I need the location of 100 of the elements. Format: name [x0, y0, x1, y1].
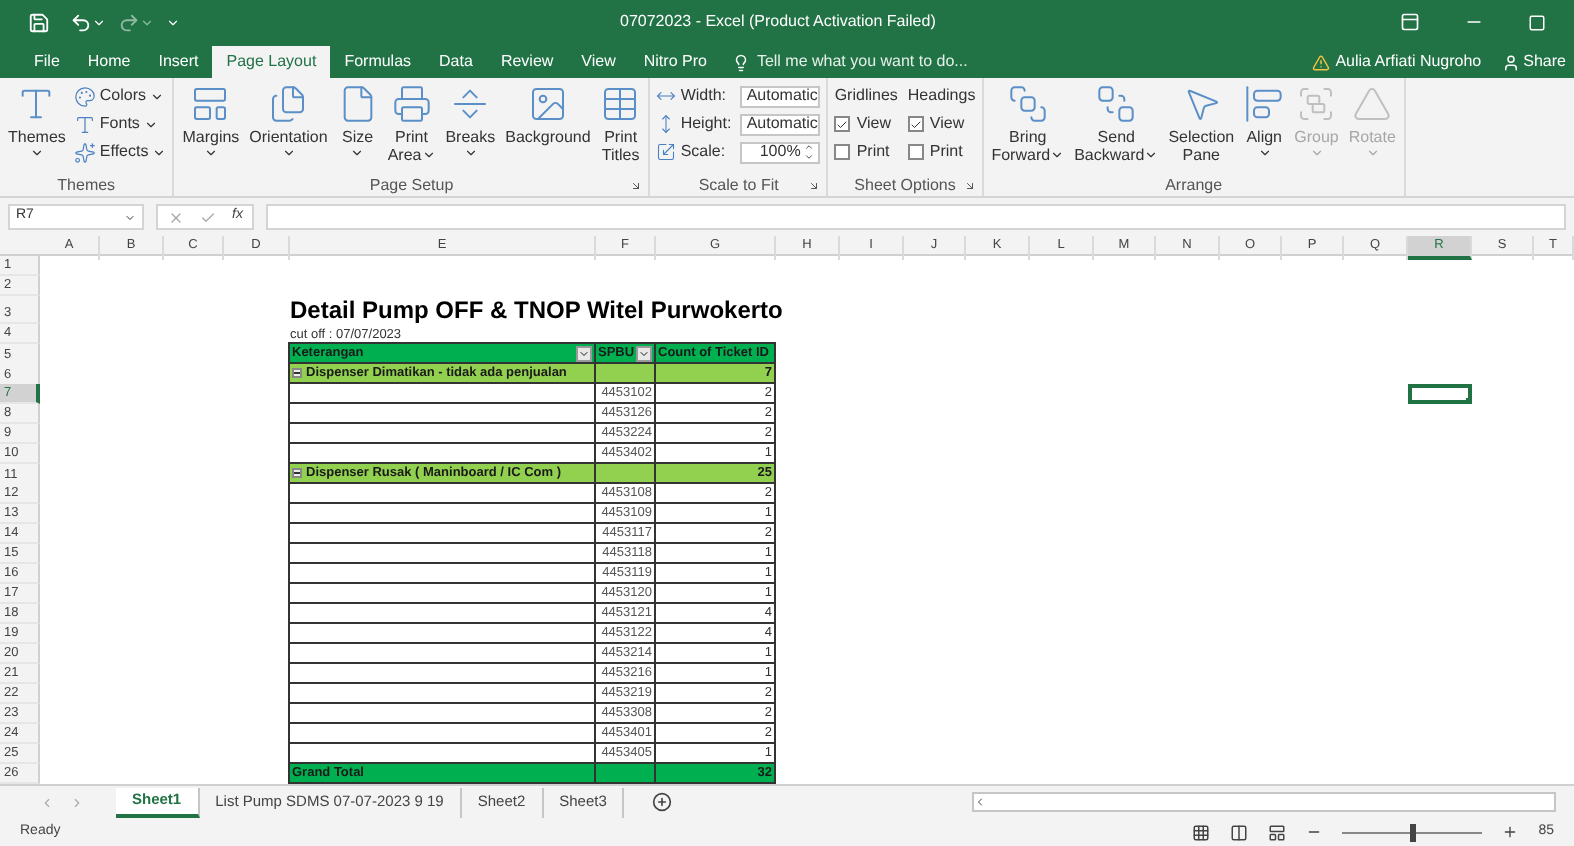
filter-dropdown[interactable]	[576, 345, 592, 362]
group-label: Scale to Fit	[698, 173, 779, 197]
checkbox[interactable]	[907, 144, 924, 160]
printer-icon	[391, 84, 432, 124]
caret-icon	[203, 146, 218, 160]
caret-icon[interactable]	[92, 15, 106, 29]
checkbox[interactable]	[834, 144, 851, 160]
ribbon-button[interactable]: Print Titles	[598, 84, 643, 164]
dialog-launcher-icon[interactable]	[630, 179, 643, 191]
group-label: Page Setup	[369, 173, 454, 197]
spinner-icon	[804, 142, 815, 162]
ribbon-tab[interactable]: File	[20, 46, 74, 78]
ribbon-button[interactable]: Align	[1242, 84, 1287, 160]
align-icon	[1244, 84, 1285, 124]
window-title: 07072023 - Excel (Product Activation Failed)	[620, 10, 936, 34]
formula-field[interactable]	[266, 204, 1566, 230]
save-icon[interactable]	[28, 11, 50, 33]
collapse-icon[interactable]	[292, 368, 302, 379]
ribbon-button[interactable]: Background	[503, 84, 593, 146]
sheet-title: Detail Pump OFF & TNOP Witel Purwokerto	[290, 296, 783, 324]
zoom-thumb[interactable]	[1409, 823, 1416, 841]
group-label: Themes	[57, 173, 116, 197]
ribbon-button[interactable]: Size	[335, 84, 380, 160]
page-layout-view-icon[interactable]	[1230, 823, 1249, 841]
option-heading: Gridlines	[834, 84, 898, 108]
caret-icon	[124, 211, 136, 223]
undo-icon[interactable]	[70, 11, 92, 33]
ribbon-tab[interactable]: Data	[425, 46, 487, 78]
caret-icon	[463, 146, 478, 160]
customize-icon[interactable]	[166, 15, 180, 29]
lightbulb-icon	[732, 53, 751, 71]
ribbon-button[interactable]: Themes	[6, 84, 68, 160]
ribbon-button[interactable]: Print Area	[385, 84, 438, 164]
ribbon-tab[interactable]: Nitro Pro	[629, 46, 721, 78]
ribbon-tab[interactable]: Review	[486, 46, 568, 78]
caret-icon	[1365, 146, 1380, 160]
caret-icon	[281, 146, 296, 160]
caret-icon	[638, 347, 650, 360]
caret-icon	[350, 146, 365, 160]
ribbon-button[interactable]: Selection Pane	[1166, 84, 1237, 164]
caret-icon	[1144, 148, 1159, 162]
zoom-in-icon[interactable]	[1502, 824, 1519, 840]
margins-icon	[190, 84, 231, 124]
caret-icon	[29, 146, 44, 160]
dropdown-field[interactable]: Automatic	[740, 85, 821, 107]
normal-view-icon[interactable]	[1192, 823, 1211, 841]
page-break-view-icon[interactable]	[1268, 823, 1287, 841]
option-checkbox[interactable]: Print	[907, 140, 976, 164]
scroll-left-icon[interactable]	[974, 796, 987, 808]
warning-icon	[1311, 53, 1330, 71]
ribbon-button[interactable]: Effects	[73, 140, 167, 164]
dropdown-field[interactable]: Automatic	[740, 113, 821, 135]
ribbon-tab[interactable]: View	[567, 46, 630, 78]
dialog-launcher-icon[interactable]	[963, 179, 976, 191]
person-icon	[1501, 53, 1520, 71]
option-checkbox[interactable]: Print	[834, 140, 898, 164]
tell-me-field[interactable]: Tell me what you want to do...	[732, 46, 968, 78]
option-checkbox[interactable]: View	[907, 112, 976, 136]
spinner-field[interactable]: 100%	[740, 141, 821, 163]
collapse-icon[interactable]	[292, 468, 302, 479]
scale-icon	[656, 142, 677, 162]
new-sheet-icon[interactable]	[652, 792, 673, 812]
filter-dropdown[interactable]	[636, 345, 652, 362]
pages-icon	[268, 84, 309, 124]
ribbon-button[interactable]: Orientation	[247, 84, 330, 160]
caret-icon	[421, 148, 436, 162]
horizontal-scrollbar[interactable]	[972, 792, 1557, 812]
ribbon-button[interactable]: Margins	[180, 84, 242, 160]
caret-icon	[1050, 148, 1065, 162]
width-icon	[656, 86, 677, 106]
ribbon-button[interactable]: Colors	[73, 84, 167, 108]
ribbon-options-icon[interactable]	[1400, 12, 1420, 32]
group-label: Arrange	[1165, 173, 1223, 197]
field-label: Height:	[680, 112, 734, 136]
table-icon	[600, 84, 641, 124]
ribbon-tab[interactable]: Insert	[144, 46, 213, 78]
checkbox[interactable]	[834, 116, 851, 132]
selected-cell[interactable]	[1408, 384, 1472, 404]
share-button[interactable]: Share	[1501, 50, 1566, 74]
ribbon-tab[interactable]: Formulas	[330, 46, 426, 78]
dialog-launcher-icon[interactable]	[808, 179, 821, 191]
palette-icon	[73, 85, 96, 107]
caret-icon	[1257, 146, 1272, 160]
checkbox[interactable]	[907, 116, 924, 132]
ribbon-button[interactable]: Send Backward	[1072, 84, 1161, 164]
account-name[interactable]: Aulia Arfiati Nugroho	[1335, 50, 1482, 74]
group-label: Sheet Options	[854, 173, 956, 197]
ribbon-tab[interactable]: Home	[73, 46, 145, 78]
restore-icon[interactable]	[1528, 13, 1546, 31]
caret-icon	[1309, 146, 1324, 160]
option-checkbox[interactable]: View	[834, 112, 898, 136]
ribbon-tab[interactable]: Page Layout	[212, 46, 331, 78]
send-backward-icon	[1096, 84, 1137, 124]
ribbon-button[interactable]: Breaks	[443, 84, 498, 160]
bring-forward-icon	[1007, 84, 1048, 124]
image-icon	[527, 84, 568, 124]
field-label: Scale:	[680, 140, 728, 164]
ribbon-button[interactable]: Fonts	[73, 112, 167, 136]
table-cell	[594, 762, 656, 784]
ribbon-button[interactable]: Bring Forward	[989, 84, 1067, 164]
